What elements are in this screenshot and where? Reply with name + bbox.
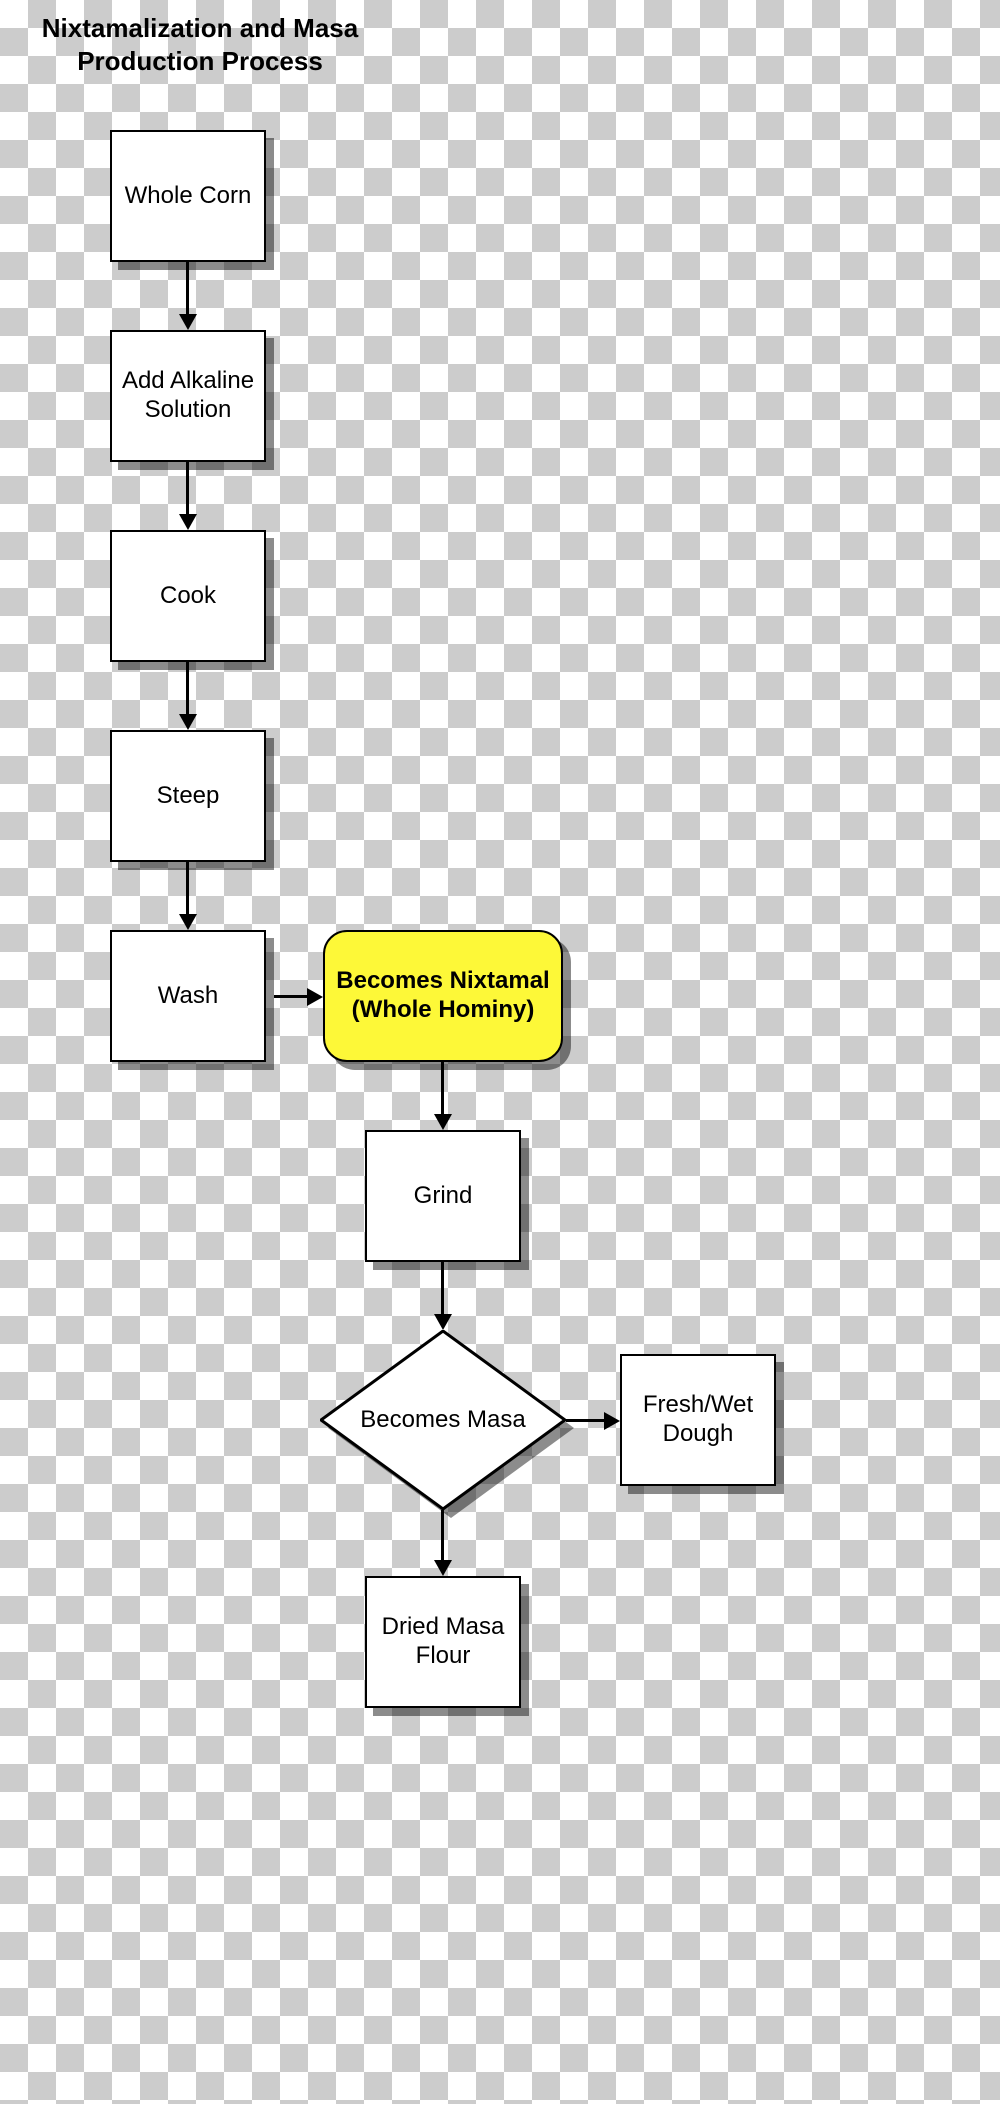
node-whole-corn: Whole Corn: [110, 130, 266, 262]
arrowhead-icon: [179, 714, 197, 730]
node-label: Grind: [414, 1182, 473, 1211]
edge: [186, 862, 189, 914]
edge: [566, 1419, 604, 1422]
edge: [441, 1062, 444, 1114]
node-label: Becomes Masa: [360, 1406, 525, 1435]
node-dried-flour: Dried Masa Flour: [365, 1576, 521, 1708]
arrowhead-icon: [307, 988, 323, 1006]
node-label: Wash: [158, 982, 218, 1011]
node-fresh-dough: Fresh/Wet Dough: [620, 1354, 776, 1486]
arrowhead-icon: [179, 514, 197, 530]
node-steep: Steep: [110, 730, 266, 862]
edge: [186, 462, 189, 514]
node-wash: Wash: [110, 930, 266, 1062]
node-add-alkaline: Add Alkaline Solution: [110, 330, 266, 462]
node-nixtamal: Becomes Nixtamal (Whole Hominy): [323, 930, 563, 1062]
node-becomes-masa: Becomes Masa: [320, 1330, 566, 1510]
edge: [274, 995, 307, 998]
edge: [186, 262, 189, 314]
arrowhead-icon: [179, 314, 197, 330]
arrowhead-icon: [434, 1114, 452, 1130]
edge: [186, 662, 189, 714]
edge: [441, 1510, 444, 1560]
node-label: Fresh/Wet Dough: [628, 1391, 768, 1449]
node-label: Becomes Nixtamal (Whole Hominy): [331, 967, 555, 1025]
node-label: Dried Masa Flour: [373, 1613, 513, 1671]
arrowhead-icon: [434, 1314, 452, 1330]
node-label: Cook: [160, 582, 216, 611]
node-grind: Grind: [365, 1130, 521, 1262]
node-label: Add Alkaline Solution: [118, 367, 258, 425]
node-label: Whole Corn: [125, 182, 252, 211]
arrowhead-icon: [604, 1412, 620, 1430]
node-label: Steep: [157, 782, 220, 811]
arrowhead-icon: [434, 1560, 452, 1576]
edge: [441, 1262, 444, 1314]
node-cook: Cook: [110, 530, 266, 662]
arrowhead-icon: [179, 914, 197, 930]
diagram-title: Nixtamalization and Masa Production Proc…: [20, 12, 380, 77]
